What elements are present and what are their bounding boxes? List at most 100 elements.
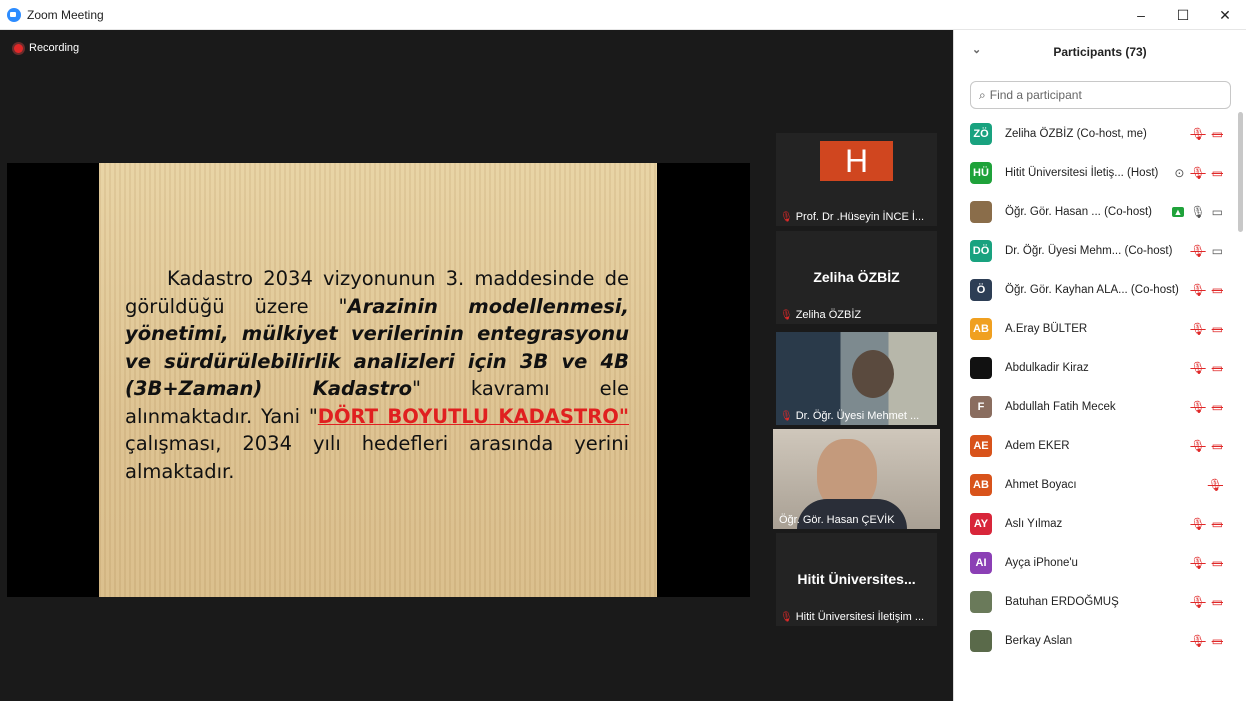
mic-muted-icon: 🎙 xyxy=(1207,477,1223,492)
close-button[interactable]: ✕ xyxy=(1204,0,1246,30)
mic-muted-icon: 🎙 xyxy=(780,211,793,223)
mic-muted-icon: 🎙 xyxy=(1190,399,1206,414)
avatar: AB xyxy=(970,473,992,496)
video-tile[interactable]: Zeliha ÖZBİZ 🎙 Zeliha ÖZBİZ xyxy=(776,231,937,324)
participant-name: Adem EKER xyxy=(1005,439,1070,452)
participant-list: ZÖ Zeliha ÖZBİZ (Co-host, me) 🎙 ▭ HÜ Hitit Ün… xyxy=(954,114,1239,660)
video-icon: ▭ xyxy=(1211,243,1223,258)
tile-center-name: Hitit Üniversites... xyxy=(797,571,916,587)
avatar xyxy=(970,356,992,379)
participant-row[interactable]: Berkay Aslan 🎙 ▭ xyxy=(954,621,1239,660)
avatar: AY xyxy=(970,512,992,535)
participant-name: Aslı Yılmaz xyxy=(1005,517,1063,530)
avatar: F xyxy=(970,395,992,418)
record-icon xyxy=(14,43,23,53)
participant-row[interactable]: AE Adem EKER 🎙 ▭ xyxy=(954,426,1239,465)
participant-name: Zeliha ÖZBİZ (Co-host, me) xyxy=(1005,127,1147,140)
participant-row[interactable]: Abdulkadir Kiraz 🎙 ▭ xyxy=(954,348,1239,387)
share-screen-icon: ▲ xyxy=(1171,206,1185,217)
mic-muted-icon: 🎙 xyxy=(780,410,793,422)
video-off-icon: ▭ xyxy=(1211,438,1223,453)
participant-row[interactable]: Ö Öğr. Gör. Kayhan ALA... (Co-host) 🎙 ▭ xyxy=(954,270,1239,309)
avatar: ZÖ xyxy=(970,122,992,145)
search-icon: ⌕ xyxy=(979,87,986,102)
video-tile-active-speaker[interactable]: Öğr. Gör. Hasan ÇEVİK xyxy=(773,429,940,529)
participant-row[interactable]: AY Aslı Yılmaz 🎙 ▭ xyxy=(954,504,1239,543)
mic-muted-icon: 🎙 xyxy=(1190,165,1206,180)
avatar xyxy=(970,590,992,613)
participant-row[interactable]: HÜ Hitit Üniversitesi İletiş... (Host) ⊙ 🎙 ▭ xyxy=(954,153,1239,192)
video-off-icon: ▭ xyxy=(1211,555,1223,570)
zoom-logo-icon xyxy=(7,7,21,22)
scrollbar[interactable] xyxy=(1238,112,1243,232)
participant-name: Abdullah Fatih Mecek xyxy=(1005,400,1116,413)
tile-name: Zeliha ÖZBİZ xyxy=(795,309,862,321)
avatar: H xyxy=(820,141,893,181)
participants-title: Participants (73) xyxy=(1053,45,1147,59)
participant-name: Öğr. Gör. Kayhan ALA... (Co-host) xyxy=(1005,283,1179,296)
participant-name: A.Eray BÜLTER xyxy=(1005,322,1088,335)
mic-muted-icon: 🎙 xyxy=(1190,282,1206,297)
participant-row[interactable]: F Abdullah Fatih Mecek 🎙 ▭ xyxy=(954,387,1239,426)
minimize-button[interactable]: – xyxy=(1120,0,1162,30)
tile-name: Prof. Dr .Hüseyin İNCE İ... xyxy=(795,211,925,223)
mic-muted-icon: 🎙 xyxy=(1190,438,1206,453)
meeting-stage: Recording Kadastro 2034 vizyonunun 3. ma… xyxy=(0,30,953,701)
presentation-slide: Kadastro 2034 vizyonunun 3. maddesinde d… xyxy=(99,163,657,597)
participant-name: Ahmet Boyacı xyxy=(1005,478,1077,491)
video-tile[interactable]: 🎙 Dr. Öğr. Üyesi Mehmet ... xyxy=(776,332,937,425)
participant-row[interactable]: Batuhan ERDOĞMUŞ 🎙 ▭ xyxy=(954,582,1239,621)
participant-row[interactable]: AB A.Eray BÜLTER 🎙 ▭ xyxy=(954,309,1239,348)
avatar: AI xyxy=(970,551,992,574)
participant-name: Batuhan ERDOĞMUŞ xyxy=(1005,595,1119,608)
tile-center-name: Zeliha ÖZBİZ xyxy=(813,269,900,285)
recording-indicator[interactable]: Recording xyxy=(14,42,79,54)
video-off-icon: ▭ xyxy=(1211,165,1223,180)
participant-row[interactable]: Öğr. Gör. Hasan ... (Co-host) ▲ 🎙 ▭ xyxy=(954,192,1239,231)
participant-row[interactable]: AI Ayça iPhone'u 🎙 ▭ xyxy=(954,543,1239,582)
avatar xyxy=(970,200,992,223)
avatar: Ö xyxy=(970,278,992,301)
window-title: Zoom Meeting xyxy=(27,7,104,22)
maximize-button[interactable]: ☐ xyxy=(1162,0,1204,30)
chevron-down-icon[interactable]: ⌄ xyxy=(972,43,981,56)
video-tile[interactable]: Hitit Üniversites... 🎙 Hitit Üniversitesi… xyxy=(776,533,937,626)
participants-header: ⌄ Participants (73) xyxy=(954,30,1246,74)
shared-screen: Kadastro 2034 vizyonunun 3. maddesinde d… xyxy=(7,163,750,597)
avatar: AB xyxy=(970,317,992,340)
avatar: AE xyxy=(970,434,992,457)
participant-name: Hitit Üniversitesi İletiş... (Host) xyxy=(1005,166,1159,179)
video-off-icon: ▭ xyxy=(1211,282,1223,297)
mic-muted-icon: 🎙 xyxy=(780,309,793,321)
mic-muted-icon: 🎙 xyxy=(1190,555,1206,570)
participant-name: Öğr. Gör. Hasan ... (Co-host) xyxy=(1005,205,1152,218)
mic-muted-icon: 🎙 xyxy=(1190,126,1206,141)
video-icon: ▭ xyxy=(1211,204,1223,219)
mic-muted-icon: 🎙 xyxy=(1190,243,1206,258)
mic-muted-icon: 🎙 xyxy=(1190,633,1206,648)
participant-name: Dr. Öğr. Üyesi Mehm... (Co-host) xyxy=(1005,244,1173,257)
mic-icon: 🎙 xyxy=(1190,204,1206,219)
slide-text: Kadastro 2034 vizyonunun 3. maddesinde d… xyxy=(125,267,629,483)
mic-muted-icon: 🎙 xyxy=(1190,360,1206,375)
tile-name: Öğr. Gör. Hasan ÇEVİK xyxy=(779,514,895,526)
avatar xyxy=(970,629,992,652)
participant-name: Abdulkadir Kiraz xyxy=(1005,361,1089,374)
recording-label: Recording xyxy=(29,42,80,54)
video-off-icon: ▭ xyxy=(1211,126,1223,141)
video-off-icon: ▭ xyxy=(1211,594,1223,609)
mic-muted-icon: 🎙 xyxy=(1190,594,1206,609)
tile-name: Dr. Öğr. Üyesi Mehmet ... xyxy=(795,410,920,422)
video-tile[interactable]: H 🎙 Prof. Dr .Hüseyin İNCE İ... xyxy=(776,133,937,226)
avatar: DÖ xyxy=(970,239,992,262)
title-bar: Zoom Meeting – ☐ ✕ xyxy=(0,0,1246,30)
participant-row[interactable]: DÖ Dr. Öğr. Üyesi Mehm... (Co-host) 🎙 ▭ xyxy=(954,231,1239,270)
participant-row[interactable]: ZÖ Zeliha ÖZBİZ (Co-host, me) 🎙 ▭ xyxy=(954,114,1239,153)
participant-row[interactable]: AB Ahmet Boyacı 🎙 xyxy=(954,465,1239,504)
search-participant-input[interactable]: ⌕ Find a participant xyxy=(970,81,1231,109)
search-placeholder: Find a participant xyxy=(989,88,1082,102)
participant-name: Ayça iPhone'u xyxy=(1005,556,1078,569)
recording-icon: ⊙ xyxy=(1174,165,1185,180)
video-off-icon: ▭ xyxy=(1211,633,1223,648)
video-off-icon: ▭ xyxy=(1211,399,1223,414)
